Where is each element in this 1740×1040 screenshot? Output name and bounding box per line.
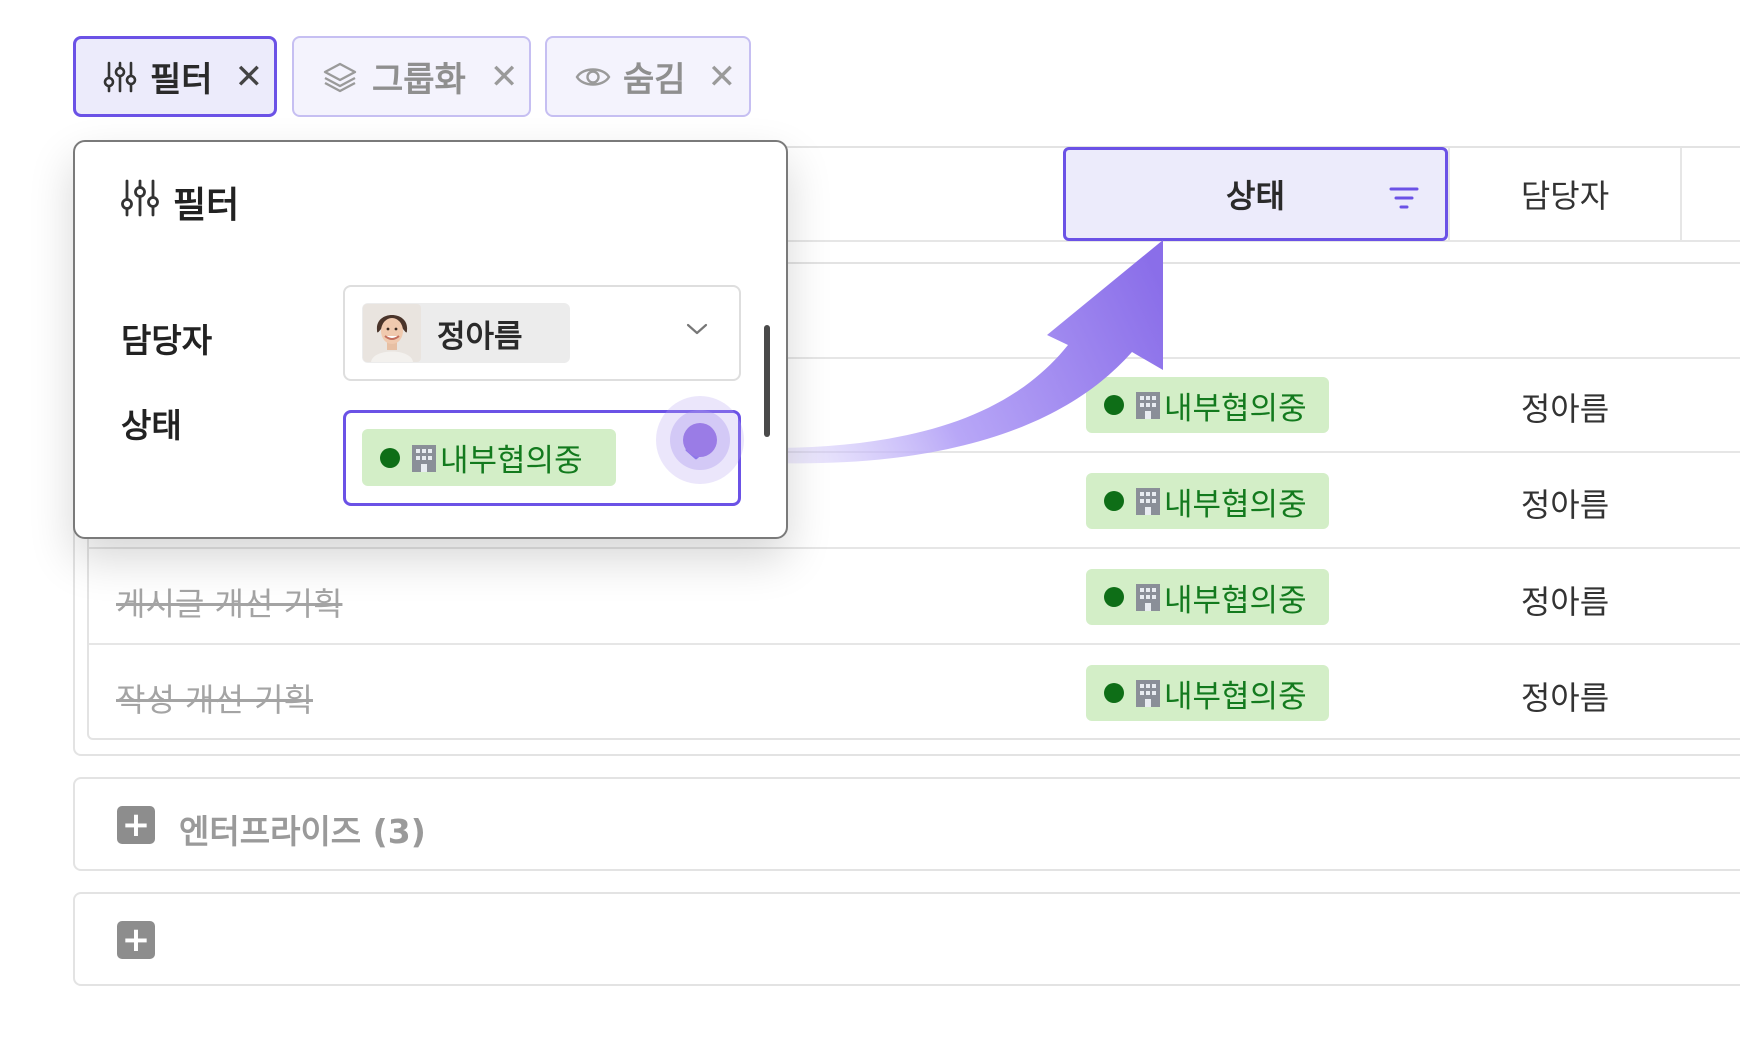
filter-chip[interactable]: 필터 ✕ — [73, 36, 277, 117]
status-dot-icon — [1104, 491, 1124, 511]
hide-chip[interactable]: 숨김 ✕ — [545, 36, 751, 117]
status-badge[interactable]: 내부협의중 — [1086, 473, 1329, 529]
status-badge-label: 내부협의중 — [1164, 678, 1307, 715]
status-chip: 내부협의중 — [362, 429, 616, 486]
filter-popover-title-label: 필터 — [173, 185, 240, 226]
owner-chip-label: 정아름 — [437, 318, 523, 355]
owner-cell[interactable]: 정아름 — [1450, 577, 1680, 623]
close-icon[interactable]: ✕ — [490, 57, 519, 97]
filter-chip-label: 필터 — [150, 60, 213, 100]
owner-field-label: 담당자 — [121, 321, 213, 360]
status-dot-icon — [1104, 395, 1124, 415]
group-chip[interactable]: 그룹화 ✕ — [292, 36, 531, 117]
status-chip-label: 내부협의중 — [440, 443, 583, 479]
plus-icon[interactable]: + — [117, 921, 155, 959]
status-dot-icon — [1104, 587, 1124, 607]
chevron-down-icon[interactable] — [685, 321, 709, 341]
plus-icon[interactable]: + — [117, 806, 155, 844]
layers-icon — [320, 57, 360, 97]
filter-lines-icon[interactable] — [1389, 180, 1419, 218]
sliders-icon — [121, 178, 159, 227]
close-icon[interactable]: ✕ — [708, 57, 737, 97]
status-dot-icon — [1104, 683, 1124, 703]
sliders-icon — [100, 57, 140, 97]
close-icon[interactable]: ✕ — [235, 57, 264, 97]
row-divider — [89, 547, 1740, 549]
status-badge[interactable]: 내부협의중 — [1086, 665, 1329, 721]
filter-popover-title: 필터 — [121, 176, 239, 228]
task-title[interactable]: 게시글 개선 기획 — [116, 579, 342, 625]
group-enterprise[interactable]: + 엔터프라이즈 (3) — [73, 777, 1740, 871]
chevron-down-icon[interactable] — [684, 446, 708, 466]
column-divider — [1680, 148, 1682, 240]
status-dot-icon — [380, 447, 400, 468]
status-badge-label: 내부협의중 — [1164, 582, 1307, 619]
status-badge[interactable]: 내부협의중 — [1086, 569, 1329, 625]
status-badge-label: 내부협의중 — [1164, 486, 1307, 523]
eye-icon — [573, 57, 613, 97]
office-building-icon — [1136, 488, 1160, 515]
column-header-status[interactable]: 상태 — [1063, 147, 1448, 241]
group-empty[interactable]: + — [73, 892, 1740, 986]
filter-popover: 필터 담당자 정아름 상태 내부협의중 — [73, 140, 788, 539]
owner-select[interactable]: 정아름 — [343, 285, 741, 381]
column-header-owner[interactable]: 담당자 — [1450, 148, 1680, 240]
hide-chip-label: 숨김 — [623, 60, 686, 100]
status-select[interactable]: 내부협의중 — [343, 410, 741, 506]
office-building-icon — [412, 444, 436, 472]
avatar — [363, 304, 421, 362]
task-title[interactable]: 작성 개선 기획 — [116, 675, 313, 721]
group-label: 엔터프라이즈 (3) — [179, 812, 426, 851]
column-header-status-label: 상태 — [1226, 177, 1285, 215]
owner-cell[interactable]: 정아름 — [1450, 480, 1680, 526]
popover-scrollbar[interactable] — [764, 325, 770, 437]
owner-cell[interactable]: 정아름 — [1450, 673, 1680, 719]
status-badge[interactable]: 내부협의중 — [1086, 377, 1329, 433]
row-divider — [89, 643, 1740, 645]
owner-cell[interactable]: 정아름 — [1450, 384, 1680, 430]
office-building-icon — [1136, 392, 1160, 419]
office-building-icon — [1136, 584, 1160, 611]
status-badge-label: 내부협의중 — [1164, 390, 1307, 427]
status-field-label: 상태 — [121, 406, 182, 445]
office-building-icon — [1136, 680, 1160, 707]
group-chip-label: 그룹화 — [372, 60, 466, 100]
owner-chip: 정아름 — [362, 303, 570, 363]
